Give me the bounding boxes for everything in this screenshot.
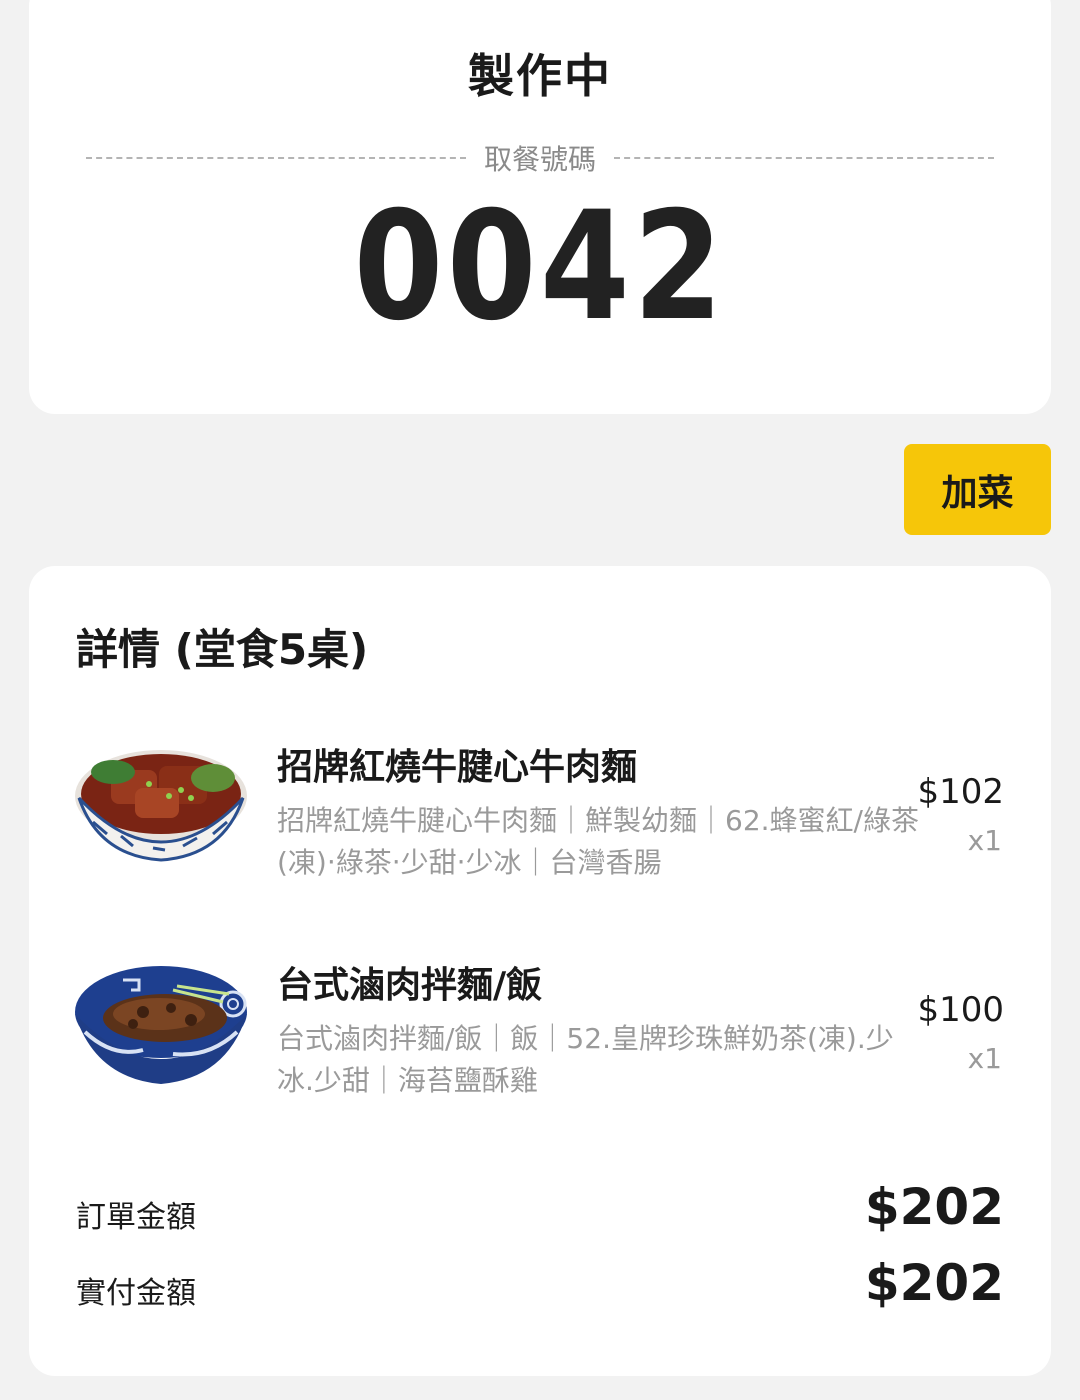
order-amount-label: 訂單金額 <box>76 1200 196 1235</box>
pickup-number: 0042 <box>353 180 727 354</box>
order-amount-row: 訂單金額 $202 <box>76 1178 1004 1238</box>
braised-pork-rice-bowl-icon <box>75 966 247 1084</box>
order-status-title: 製作中 <box>468 49 612 103</box>
details-title: 詳情 (堂食5桌) <box>76 625 369 674</box>
order-item: 招牌紅燒牛腱心牛肉麵 招牌紅燒牛腱心牛肉麵｜鮮製幼麵｜62.蜂蜜紅/綠茶 (凍)… <box>29 736 1051 926</box>
item-name: 招牌紅燒牛腱心牛肉麵 <box>277 747 638 788</box>
dashed-divider-left <box>86 157 466 159</box>
paid-amount-value: $202 <box>864 1254 1004 1312</box>
pickup-number-label: 取餐號碼 <box>484 143 597 176</box>
add-dishes-button[interactable]: 加菜 <box>904 444 1051 535</box>
pickup-number-divider: 取餐號碼 <box>86 140 995 176</box>
item-description: 招牌紅燒牛腱心牛肉麵｜鮮製幼麵｜62.蜂蜜紅/綠茶 (凍)‧綠茶‧少甜‧少冰｜台… <box>277 804 919 879</box>
order-status-page: 製作中 取餐號碼 0042 加菜 詳情 (堂食5桌) 招牌紅燒牛腱心牛肉麵 招牌… <box>0 0 1080 1400</box>
item-price: $102 <box>917 772 1004 812</box>
item-quantity: x1 <box>967 1042 1002 1075</box>
item-description: 台式滷肉拌麵/飯｜飯｜52.皇牌珍珠鮮奶茶(凍).少冰.少甜｜海苔鹽酥雞 <box>277 1022 894 1097</box>
paid-amount-label: 實付金額 <box>76 1276 196 1311</box>
order-amount-value: $202 <box>864 1178 1004 1236</box>
beef-noodle-bowl-icon <box>75 750 247 862</box>
dashed-divider-right <box>614 157 995 159</box>
status-card: 製作中 取餐號碼 0042 <box>29 0 1051 414</box>
item-quantity: x1 <box>967 824 1002 857</box>
order-item: 台式滷肉拌麵/飯 台式滷肉拌麵/飯｜飯｜52.皇牌珍珠鮮奶茶(凍).少冰.少甜｜… <box>29 954 1051 1144</box>
paid-amount-row: 實付金額 $202 <box>76 1254 1004 1314</box>
item-price: $100 <box>917 990 1004 1030</box>
item-name: 台式滷肉拌麵/飯 <box>277 965 543 1006</box>
order-details-card: 詳情 (堂食5桌) 招牌紅燒牛腱心牛肉麵 招牌紅燒牛腱心牛肉麵｜鮮製幼麵｜62.… <box>29 566 1051 1376</box>
